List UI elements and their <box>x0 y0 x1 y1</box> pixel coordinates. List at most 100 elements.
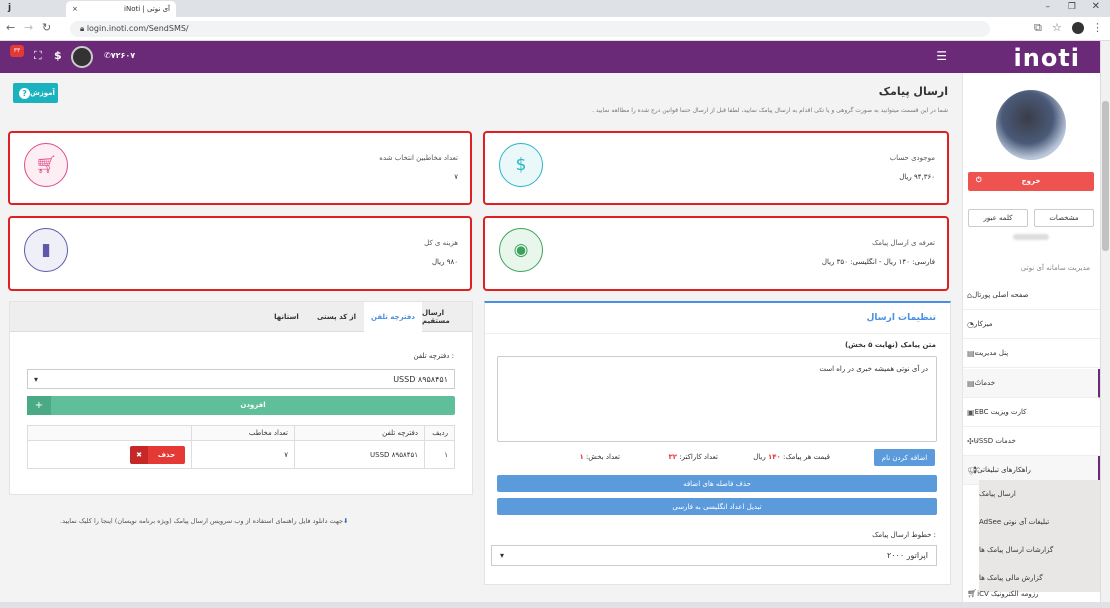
parts-value: ۱ <box>579 453 584 461</box>
profile-avatar-icon[interactable] <box>1072 22 1084 34</box>
download-link[interactable]: ⬇︎جهت دانلود فایل راهنمای استفاده از وب … <box>60 517 348 525</box>
password-button[interactable]: کلمه عبور <box>968 209 1028 227</box>
profile-button[interactable]: مشخصات <box>1034 209 1094 227</box>
sidebar-item-services[interactable]: ⌃ خدمات ▤ <box>963 369 1101 398</box>
balance-title: موجودی حساب <box>889 154 935 162</box>
logout-label: خروج <box>1021 177 1041 185</box>
delete-button[interactable]: حذف ✖ <box>130 445 185 464</box>
convert-digits-button[interactable]: تبدیل اعداد انگلیسی به فارسی <box>497 498 937 515</box>
send-settings-panel: تنظیمات ارسال متن پیامک (نهایت ۵ بخش) در… <box>484 301 951 585</box>
fullscreen-icon[interactable]: ⛶ <box>34 49 42 63</box>
line-value: اپراتور ۲۰۰۰ <box>886 551 928 560</box>
username-blur <box>1013 234 1049 240</box>
price-value: ۱۴۰ <box>767 453 781 461</box>
bookmark-star-icon[interactable]: ☆ <box>1052 21 1062 34</box>
question-icon: ? <box>19 87 31 99</box>
tariff-value: فارسی: ۱۴۰ ریال - انگلیسی: ۳۵۰ ریال <box>821 258 935 266</box>
settings-title: تنظیمات ارسال <box>866 313 936 323</box>
col-row: ردیف <box>424 425 455 441</box>
dashboard-icon: ◔ <box>967 319 974 329</box>
ussd-icon: ✣ <box>967 436 974 446</box>
cell-phonebook: USSD ۸۹۵۸۴۵۱ <box>294 440 425 469</box>
line-label: خطوط ارسال پیامک : <box>872 531 936 539</box>
cart-icon: 🛒︎ <box>24 143 68 187</box>
sidebar-item-portal-home[interactable]: صفحه اصلی پورتال ⌂ <box>963 281 1101 310</box>
url-text: login.inoti.com/SendSMS/ <box>86 24 189 33</box>
hamburger-menu-icon[interactable]: ☰ <box>936 49 947 63</box>
delete-label: حذف <box>148 445 185 464</box>
phonebook-select[interactable]: ▾ USSD ۸۹۵۸۴۵۱ <box>27 369 455 389</box>
sidebar-subitem-send-sms[interactable]: ارسال پیامک <box>979 480 1101 508</box>
remove-extra-spaces-button[interactable]: حذف فاصله های اضافه <box>497 475 937 492</box>
panel-icon: ▤ <box>967 348 975 358</box>
address-bar[interactable]: 🔒︎ login.inoti.com/SendSMS/ <box>70 21 990 37</box>
message-textarea[interactable]: در آی نوتی همیشه خبری در راه است <box>497 356 937 442</box>
chars-value: ۳۲ <box>668 453 678 461</box>
tariff-card: ◉ تعرفه ی ارسال پیامک فارسی: ۱۴۰ ریال - … <box>483 216 949 291</box>
tab-phonebook[interactable]: دفترچه تلفن <box>364 302 422 332</box>
chevron-left-icon: ‹ <box>975 407 979 417</box>
cell-count: ۷ <box>191 440 295 469</box>
back-icon[interactable]: ← <box>6 21 15 34</box>
window-restore-icon[interactable]: ❐ <box>1068 2 1076 12</box>
tab-direct-send[interactable]: ارسال مستقیم <box>422 302 472 332</box>
browser-menu-icon[interactable]: ⋮ <box>1092 21 1103 34</box>
col-contact-count: تعداد مخاطب <box>191 425 295 441</box>
add-label: افزودن <box>240 401 266 409</box>
balance-value: ۹۴,۳۶۰ ریال <box>899 173 935 181</box>
plus-icon: + <box>27 396 51 415</box>
translate-icon[interactable]: ⧉ <box>1034 21 1042 35</box>
forward-icon[interactable]: → <box>24 21 33 34</box>
total-cost-card: ▮ هزینه ی کل ۹۸۰ ریال <box>8 216 472 291</box>
tab-close-icon[interactable]: × <box>72 5 78 13</box>
sidebar-item-dashboard[interactable]: میزکار ◔ <box>963 310 1101 339</box>
balance-card: $ موجودی حساب ۹۴,۳۶۰ ریال <box>483 131 949 205</box>
selected-contacts-card: 🛒︎ تعداد مخاطبین انتخاب شده ۷ <box>8 131 472 205</box>
sidebar-item-ebc-card[interactable]: ‹ کارت ویزیت EBC ▣ <box>963 398 1101 427</box>
browser-tab[interactable]: × iNoti | آی نوتی <box>66 1 176 17</box>
chevron-down-icon: ▾ <box>500 551 505 560</box>
phone-text: ۷۲۶۰۷ <box>110 51 136 60</box>
chevron-up-icon: ⌃ <box>975 465 982 475</box>
divider <box>485 333 950 334</box>
profile-avatar[interactable] <box>996 90 1066 160</box>
phone-icon: ✆ <box>104 51 111 60</box>
add-name-button[interactable]: اضافه کردن نام <box>874 449 935 466</box>
line-select[interactable]: ▾ اپراتور ۲۰۰۰ <box>491 545 937 566</box>
home-icon: ⌂ <box>967 290 973 300</box>
selected-contacts-value: ۷ <box>454 173 458 181</box>
bar-chart-icon: ▮ <box>24 228 68 272</box>
sidebar-item-admin-panel[interactable]: ‹ پنل مدیریت ▤ <box>963 339 1101 368</box>
tab-provinces[interactable]: استانها <box>264 302 309 332</box>
browser-profile-letter: j <box>8 3 12 13</box>
table-header: ردیف دفترچه تلفن تعداد مخاطب <box>27 425 455 441</box>
inoti-logo[interactable]: inoti <box>1014 44 1081 72</box>
tariff-title: تعرفه ی ارسال پیامک <box>871 239 935 247</box>
scrollbar-thumb[interactable] <box>1102 101 1109 251</box>
logout-button[interactable]: ⏻ خروج <box>968 172 1094 191</box>
phone-number[interactable]: ✆۷۲۶۰۷ <box>104 51 135 60</box>
page-scrollbar[interactable] <box>1100 41 1110 602</box>
chars-label: تعداد کاراکتر: <box>679 453 718 461</box>
sidebar-item-ussd[interactable]: ‹ خدمات USSD ✣ <box>963 427 1101 456</box>
page-subtitle: شما در این قسمت میتوانید به صورت گروهی و… <box>592 107 948 114</box>
sidebar-subitem-sms-reports[interactable]: گزارشات ارسال پیامک ها <box>979 536 1101 564</box>
services-icon: ▤ <box>967 378 975 388</box>
main-content: ? آموزش ارسال پیامک شما در این قسمت میتو… <box>0 73 962 602</box>
add-phonebook-button[interactable]: + افزودن <box>27 396 455 415</box>
window-minimize-icon[interactable]: – <box>1046 2 1051 12</box>
notification-badge[interactable]: ۳۳ <box>10 45 24 57</box>
total-cost-value: ۹۸۰ ریال <box>431 258 458 266</box>
phonebook-value: USSD ۸۹۵۸۴۵۱ <box>393 374 448 384</box>
user-avatar[interactable] <box>71 46 93 68</box>
reload-icon[interactable]: ↻ <box>42 21 51 34</box>
window-close-icon[interactable]: ✕ <box>1092 1 1100 12</box>
dollar-icon[interactable]: $ <box>54 49 62 62</box>
help-button[interactable]: ? آموزش <box>13 83 58 103</box>
eye-icon: ◉ <box>499 228 543 272</box>
tab-postal-code[interactable]: از کد پستی <box>309 302 364 332</box>
chevron-up-icon: ⌃ <box>975 378 982 388</box>
sidebar-item-label: خدمات USSD <box>973 437 1016 445</box>
sidebar-item-icv[interactable]: رزومه الکترونیک iCV 🛒︎ <box>963 579 1101 608</box>
sidebar-subitem-adsee[interactable]: تبلیغات آی نوتی AdSee <box>979 508 1101 536</box>
